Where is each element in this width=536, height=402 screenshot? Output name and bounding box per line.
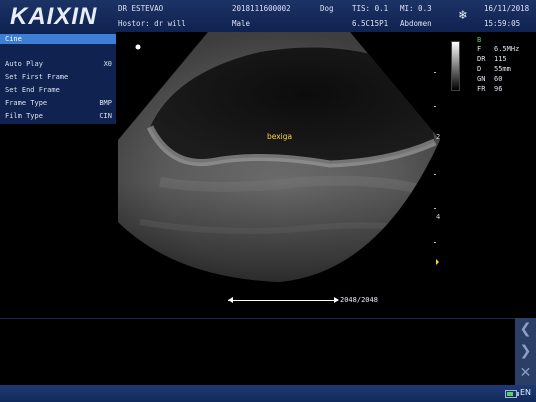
depth-label-2: 2 [436, 133, 441, 141]
mi-value: MI: 0.3 [400, 4, 432, 13]
probe-name: 6.5C15P1 [352, 19, 389, 28]
menu-item-auto-play[interactable]: Auto Play X0 [0, 59, 116, 69]
menu-item-value: CIN [99, 112, 112, 120]
depth-label-4: 4 [436, 213, 441, 221]
battery-icon [505, 390, 519, 398]
menu-item-frame-type[interactable]: Frame Type BMP [0, 98, 116, 108]
cine-menu: Cine Auto Play X0 Set First Frame Set En… [0, 32, 116, 124]
exam-type: Abdomen [400, 19, 432, 28]
doctor-name: DR ESTEVAO [118, 4, 164, 13]
exam-date: 16/11/2018 [484, 4, 530, 13]
snowflake-icon[interactable]: ❄ [459, 8, 467, 23]
focus-marker [436, 259, 439, 265]
header-bar: KAIXIN DR ESTEVAO Hostor: dr will 201811… [0, 0, 536, 32]
menu-title-cine[interactable]: Cine [0, 34, 116, 44]
menu-item-set-end-frame[interactable]: Set End Frame [0, 85, 116, 95]
hostor-name: Hostor: dr will [118, 19, 186, 28]
cine-progress-bar[interactable] [228, 300, 338, 301]
mode-label: B [477, 36, 482, 44]
brand-logo: KAIXIN [10, 3, 98, 30]
tis-value: TIS: 0.1 [352, 4, 389, 13]
patient-id: 2018111600002 [232, 4, 291, 13]
orientation-marker [135, 44, 141, 50]
cine-end-marker[interactable] [334, 297, 339, 303]
menu-title-label: Cine [5, 35, 22, 43]
menu-item-label: Set First Frame [5, 73, 69, 81]
battery-fill [507, 392, 513, 396]
chevron-right-icon[interactable]: ❯ [515, 340, 536, 362]
nav-button-column: ❮ ❯ ✕ [515, 318, 536, 385]
cine-start-marker[interactable] [228, 297, 233, 303]
menu-item-label: Frame Type [5, 99, 48, 107]
patient-species: Dog [320, 4, 334, 13]
chevron-left-icon[interactable]: ❮ [515, 318, 536, 340]
menu-item-label: Set End Frame [5, 86, 60, 94]
comment-panel [0, 318, 515, 386]
exam-time: 15:59:05 [484, 19, 521, 28]
status-bar: EN [0, 385, 536, 402]
menu-item-label: Auto Play [5, 60, 43, 68]
language-indicator[interactable]: EN [520, 388, 531, 397]
menu-item-film-type[interactable]: Film Type CIN [0, 111, 116, 121]
cine-frame-counter: 2048/2048 [340, 296, 378, 304]
patient-sex: Male [232, 19, 251, 28]
menu-item-set-first-frame[interactable]: Set First Frame [0, 72, 116, 82]
close-icon[interactable]: ✕ [515, 362, 536, 384]
menu-item-label: Film Type [5, 112, 43, 120]
annotation-text[interactable]: bexiga [267, 132, 292, 141]
menu-item-value: X0 [103, 60, 112, 68]
menu-item-value: BMP [99, 99, 112, 107]
grayscale-bar [451, 41, 460, 91]
